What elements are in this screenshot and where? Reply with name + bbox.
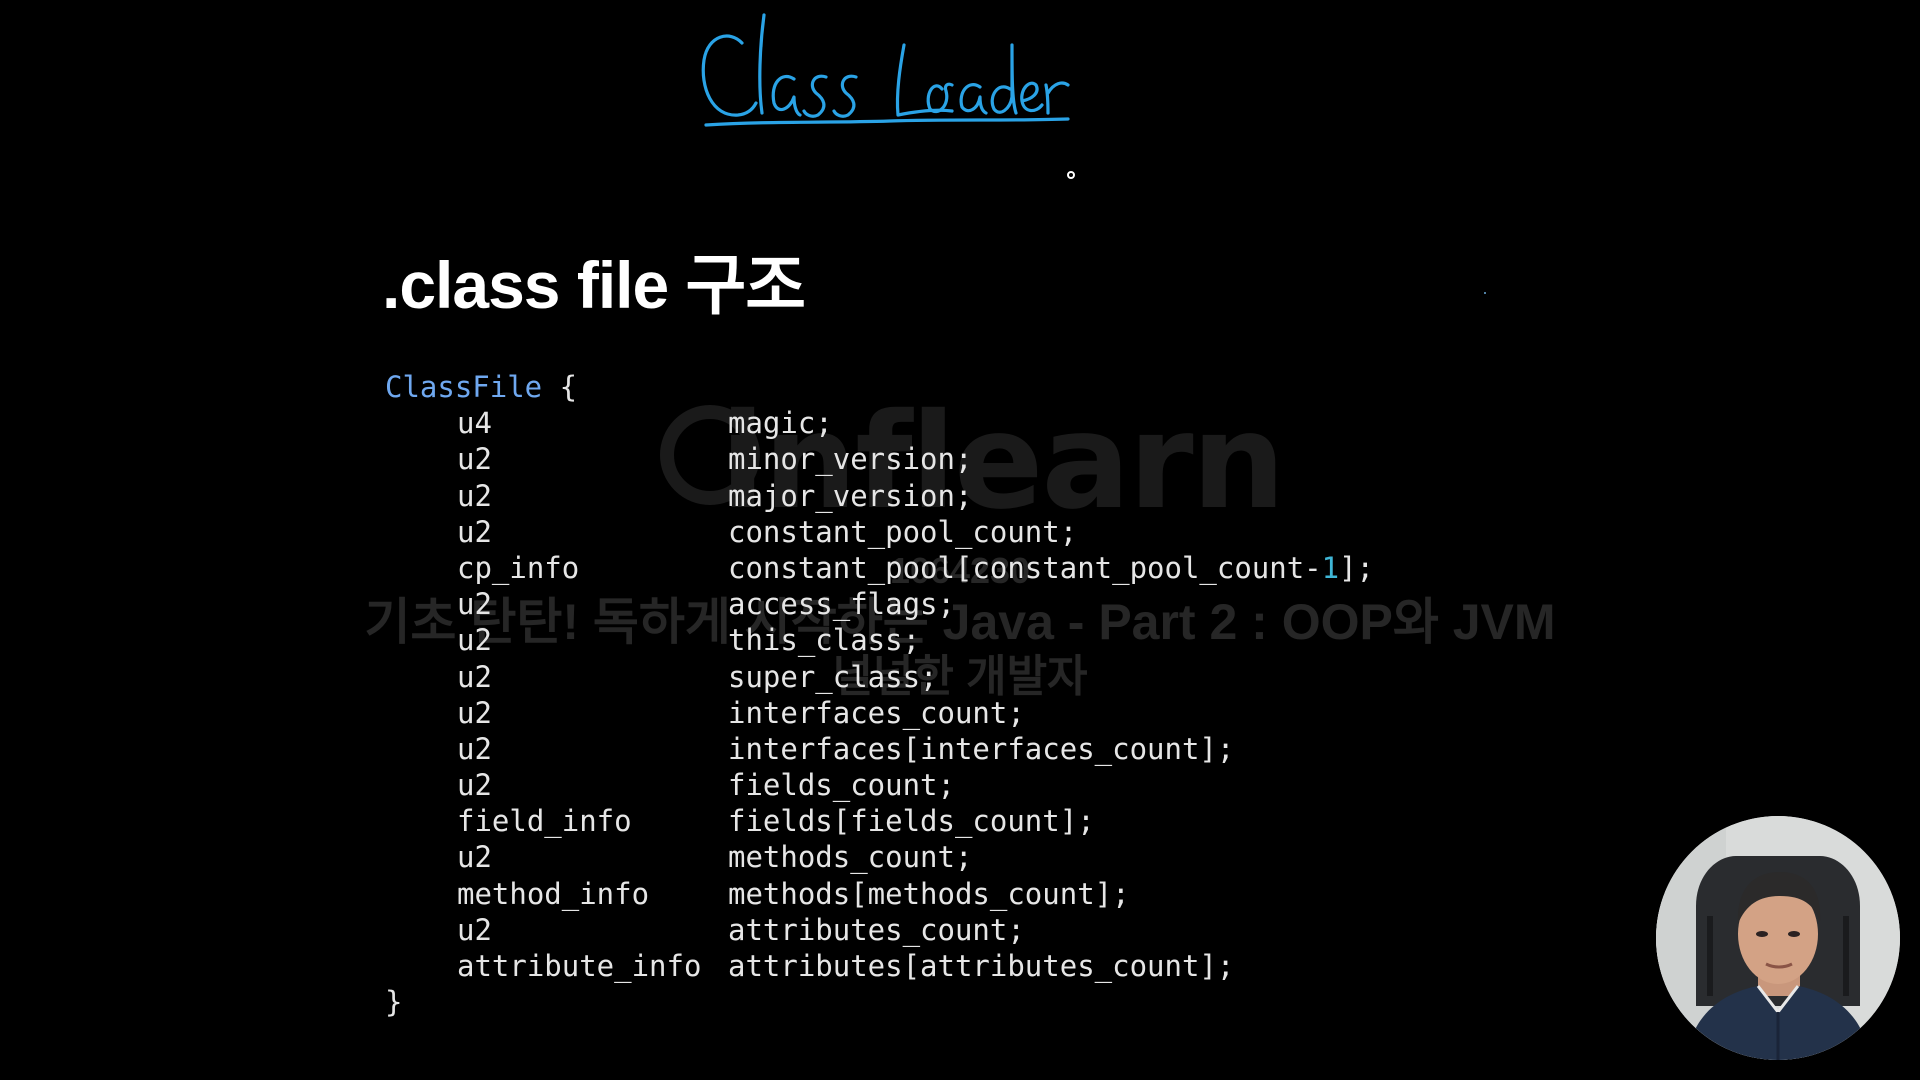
field-type: u2 — [457, 731, 492, 766]
field-type: method_info — [457, 876, 650, 911]
field-type: u2 — [457, 514, 492, 549]
field-type: cp_info — [457, 550, 580, 585]
code-line: u2 interfaces_count; — [385, 695, 1374, 731]
code-body: u4 magic; u2 minor_version; u2 major_version;… — [385, 405, 1374, 984]
field-type: u2 — [457, 768, 492, 803]
field-name: this_class; — [728, 623, 921, 658]
field-type: u4 — [457, 406, 492, 441]
code-line: u2 interfaces[interfaces_count]; — [385, 731, 1374, 767]
field-name: super_class; — [728, 659, 938, 694]
code-open-line: ClassFile { — [385, 369, 1374, 405]
code-line: u2 super_class; — [385, 659, 1374, 695]
code-line: u2 fields_count; — [385, 767, 1374, 803]
field-name: interfaces_count; — [728, 695, 1025, 730]
numeric-literal: 1 — [1321, 550, 1340, 585]
presenter-webcam — [1656, 816, 1900, 1060]
slide-title: .class file 구조 — [382, 248, 806, 322]
code-line: field_info fields[fields_count]; — [385, 803, 1374, 839]
field-type: u2 — [457, 695, 492, 730]
field-name: constant_pool[constant_pool_count- — [728, 550, 1322, 585]
field-name: methods_count; — [728, 840, 973, 875]
field-type: u2 — [457, 659, 492, 694]
field-type: u2 — [457, 912, 492, 947]
open-brace: { — [542, 370, 578, 404]
code-line: u4 magic; — [385, 405, 1374, 441]
code-line: method_info methods[methods_count]; — [385, 876, 1374, 912]
field-name: constant_pool_count; — [728, 514, 1078, 549]
field-name: attributes_count; — [728, 912, 1025, 947]
field-name: access_flags; — [728, 587, 955, 622]
field-name: minor_version; — [728, 442, 973, 477]
code-line: u2 attributes_count; — [385, 912, 1374, 948]
field-name: magic; — [728, 406, 833, 441]
field-type: u2 — [457, 587, 492, 622]
code-line: u2 methods_count; — [385, 839, 1374, 875]
presenter-avatar — [1656, 816, 1900, 1060]
field-type: u2 — [457, 442, 492, 477]
code-line: cp_info constant_pool[constant_pool_count… — [385, 550, 1374, 586]
classfile-keyword: ClassFile — [385, 370, 543, 404]
code-close-line: } — [385, 984, 1374, 1020]
field-name: fields_count; — [728, 768, 955, 803]
field-name: interfaces[interfaces_count]; — [728, 731, 1235, 766]
field-type: field_info — [457, 804, 632, 839]
code-line: u2 access_flags; — [385, 586, 1374, 622]
code-line: u2 minor_version; — [385, 441, 1374, 477]
code-line: u2 constant_pool_count; — [385, 514, 1374, 550]
field-type: u2 — [457, 478, 492, 513]
code-line: attribute_info attributes[attributes_coun… — [385, 948, 1374, 984]
field-name: methods[methods_count]; — [728, 876, 1130, 911]
field-name: major_version; — [728, 478, 973, 513]
handwritten-title-class-loader — [701, 13, 1070, 127]
field-name: attributes[attributes_count]; — [728, 949, 1235, 983]
code-line: u2 this_class; — [385, 622, 1374, 658]
pen-speck — [1484, 292, 1486, 294]
field-name-suffix: ]; — [1339, 550, 1375, 585]
field-type: attribute_info — [457, 949, 702, 983]
field-type: u2 — [457, 840, 492, 875]
field-name: fields[fields_count]; — [728, 804, 1095, 839]
slide-stage: inflearn 1064230 기초 탄탄! 독하게 시작하는 Java - … — [0, 0, 1920, 1080]
field-type: u2 — [457, 623, 492, 658]
code-block: ClassFile { u4 magic; u2 minor_version; u2 ma… — [385, 369, 1374, 1020]
code-line: u2 major_version; — [385, 478, 1374, 514]
pen-cursor-dot — [1067, 171, 1075, 179]
close-brace: } — [385, 985, 403, 1020]
